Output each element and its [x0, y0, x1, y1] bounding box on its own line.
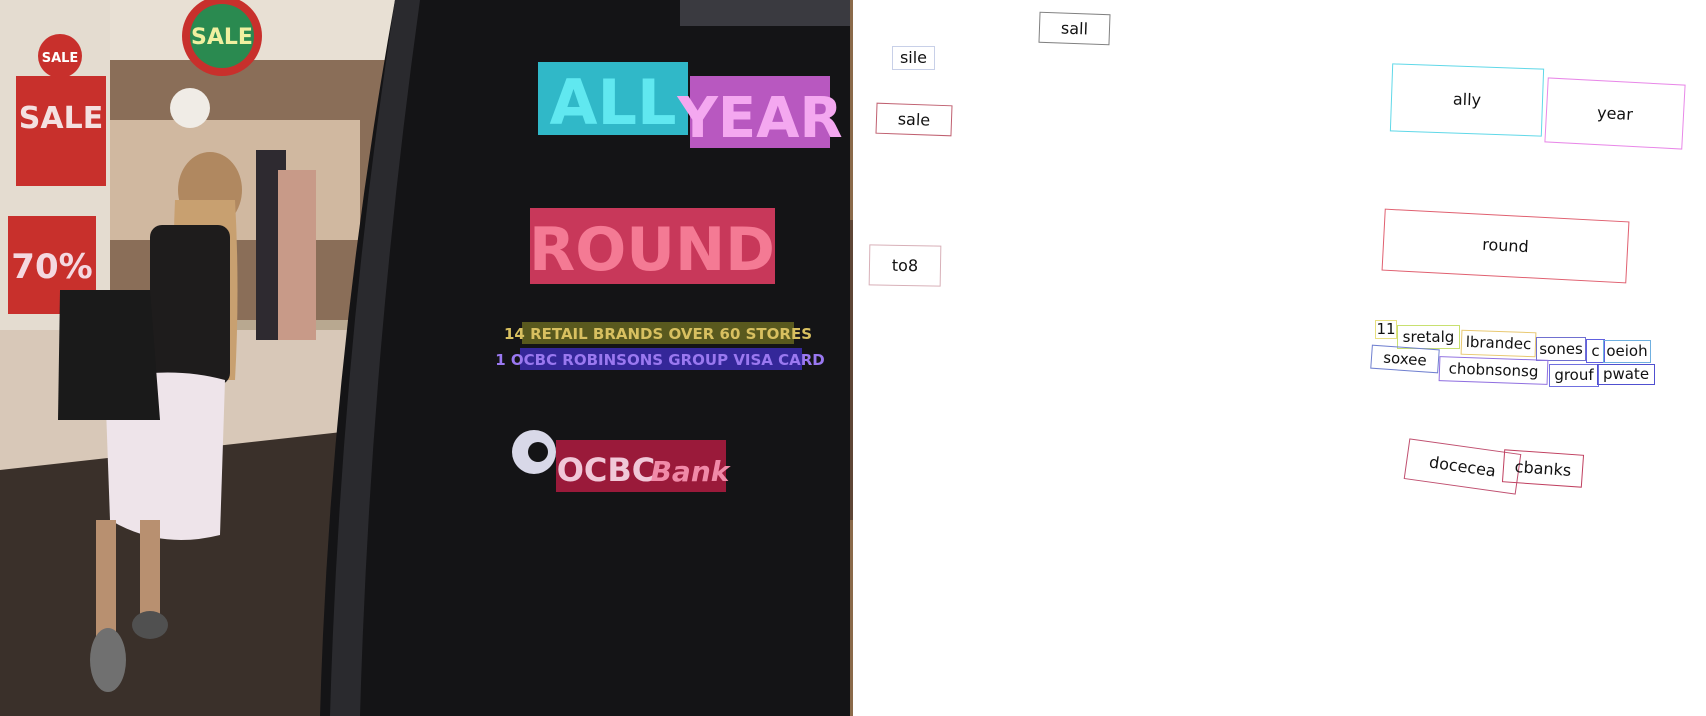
detection-label: pwate [1602, 365, 1650, 383]
detection-box: ally [1389, 63, 1545, 137]
detection-label: sall [1060, 18, 1089, 38]
detection-box: sones [1536, 337, 1586, 361]
detection-label: sile [899, 48, 928, 67]
detection-box: to8 [868, 244, 942, 287]
detection-box: sile [892, 46, 935, 70]
detection-box: grouf [1549, 364, 1599, 387]
tote-bag [58, 290, 160, 420]
detection-label: oeioh [1606, 342, 1648, 360]
detection-label: docecea [1428, 451, 1498, 481]
all-text: ALL [550, 66, 677, 139]
detection-label: sretalg [1402, 327, 1455, 346]
detection-box: cbanks [1501, 449, 1585, 488]
detection-box: sale [875, 102, 953, 137]
ocbc-text: OCBC [557, 451, 656, 489]
bank-text: Bank [651, 455, 732, 488]
detection-label: round [1481, 234, 1530, 257]
detection-label: c [1591, 341, 1600, 360]
sale-panel-text: SALE [19, 101, 103, 136]
detection-label: ally [1452, 89, 1482, 110]
detection-box: round [1381, 208, 1630, 284]
detection-box: lbrandec [1460, 329, 1537, 358]
scene-photo: SALE 70% SALE SALE ALL YEAR ROUND 14 RET… [0, 0, 853, 716]
retail-line-2: 1 OCBC ROBINSONS GROUP VISA CARD [495, 351, 825, 369]
detection-box: sretalg [1397, 325, 1460, 349]
detection-box: oeioh [1603, 340, 1651, 363]
detection-label: cbanks [1514, 456, 1572, 480]
detection-canvas: sall sile sale to8 ally year round 11 sr… [853, 0, 1706, 716]
sale-badge-large-text: SALE [191, 25, 253, 50]
detection-label: 11 [1376, 320, 1396, 338]
detection-box: soxee [1370, 344, 1440, 374]
round-text: ROUND [529, 215, 775, 285]
detection-label: sale [897, 108, 931, 130]
sale-badge-small-text: SALE [42, 51, 79, 66]
detection-box: 11 [1375, 320, 1397, 339]
detection-box: year [1544, 77, 1686, 150]
detection-label: to8 [891, 255, 919, 275]
detection-label: year [1596, 102, 1634, 124]
detection-label: sones [1539, 339, 1583, 358]
detection-box: pwate [1597, 364, 1655, 385]
detection-label: lbrandec [1465, 332, 1532, 354]
detection-box: chobnsonsg [1438, 356, 1549, 385]
detection-box: sall [1038, 11, 1111, 46]
detection-label: grouf [1554, 366, 1594, 384]
detection-label: soxee [1382, 348, 1428, 369]
retail-line-1: 14 RETAIL BRANDS OVER 60 STORES [504, 325, 812, 343]
year-text: YEAR [676, 86, 842, 151]
discount-text: 70% [11, 247, 92, 287]
detection-label: chobnsonsg [1448, 359, 1539, 381]
